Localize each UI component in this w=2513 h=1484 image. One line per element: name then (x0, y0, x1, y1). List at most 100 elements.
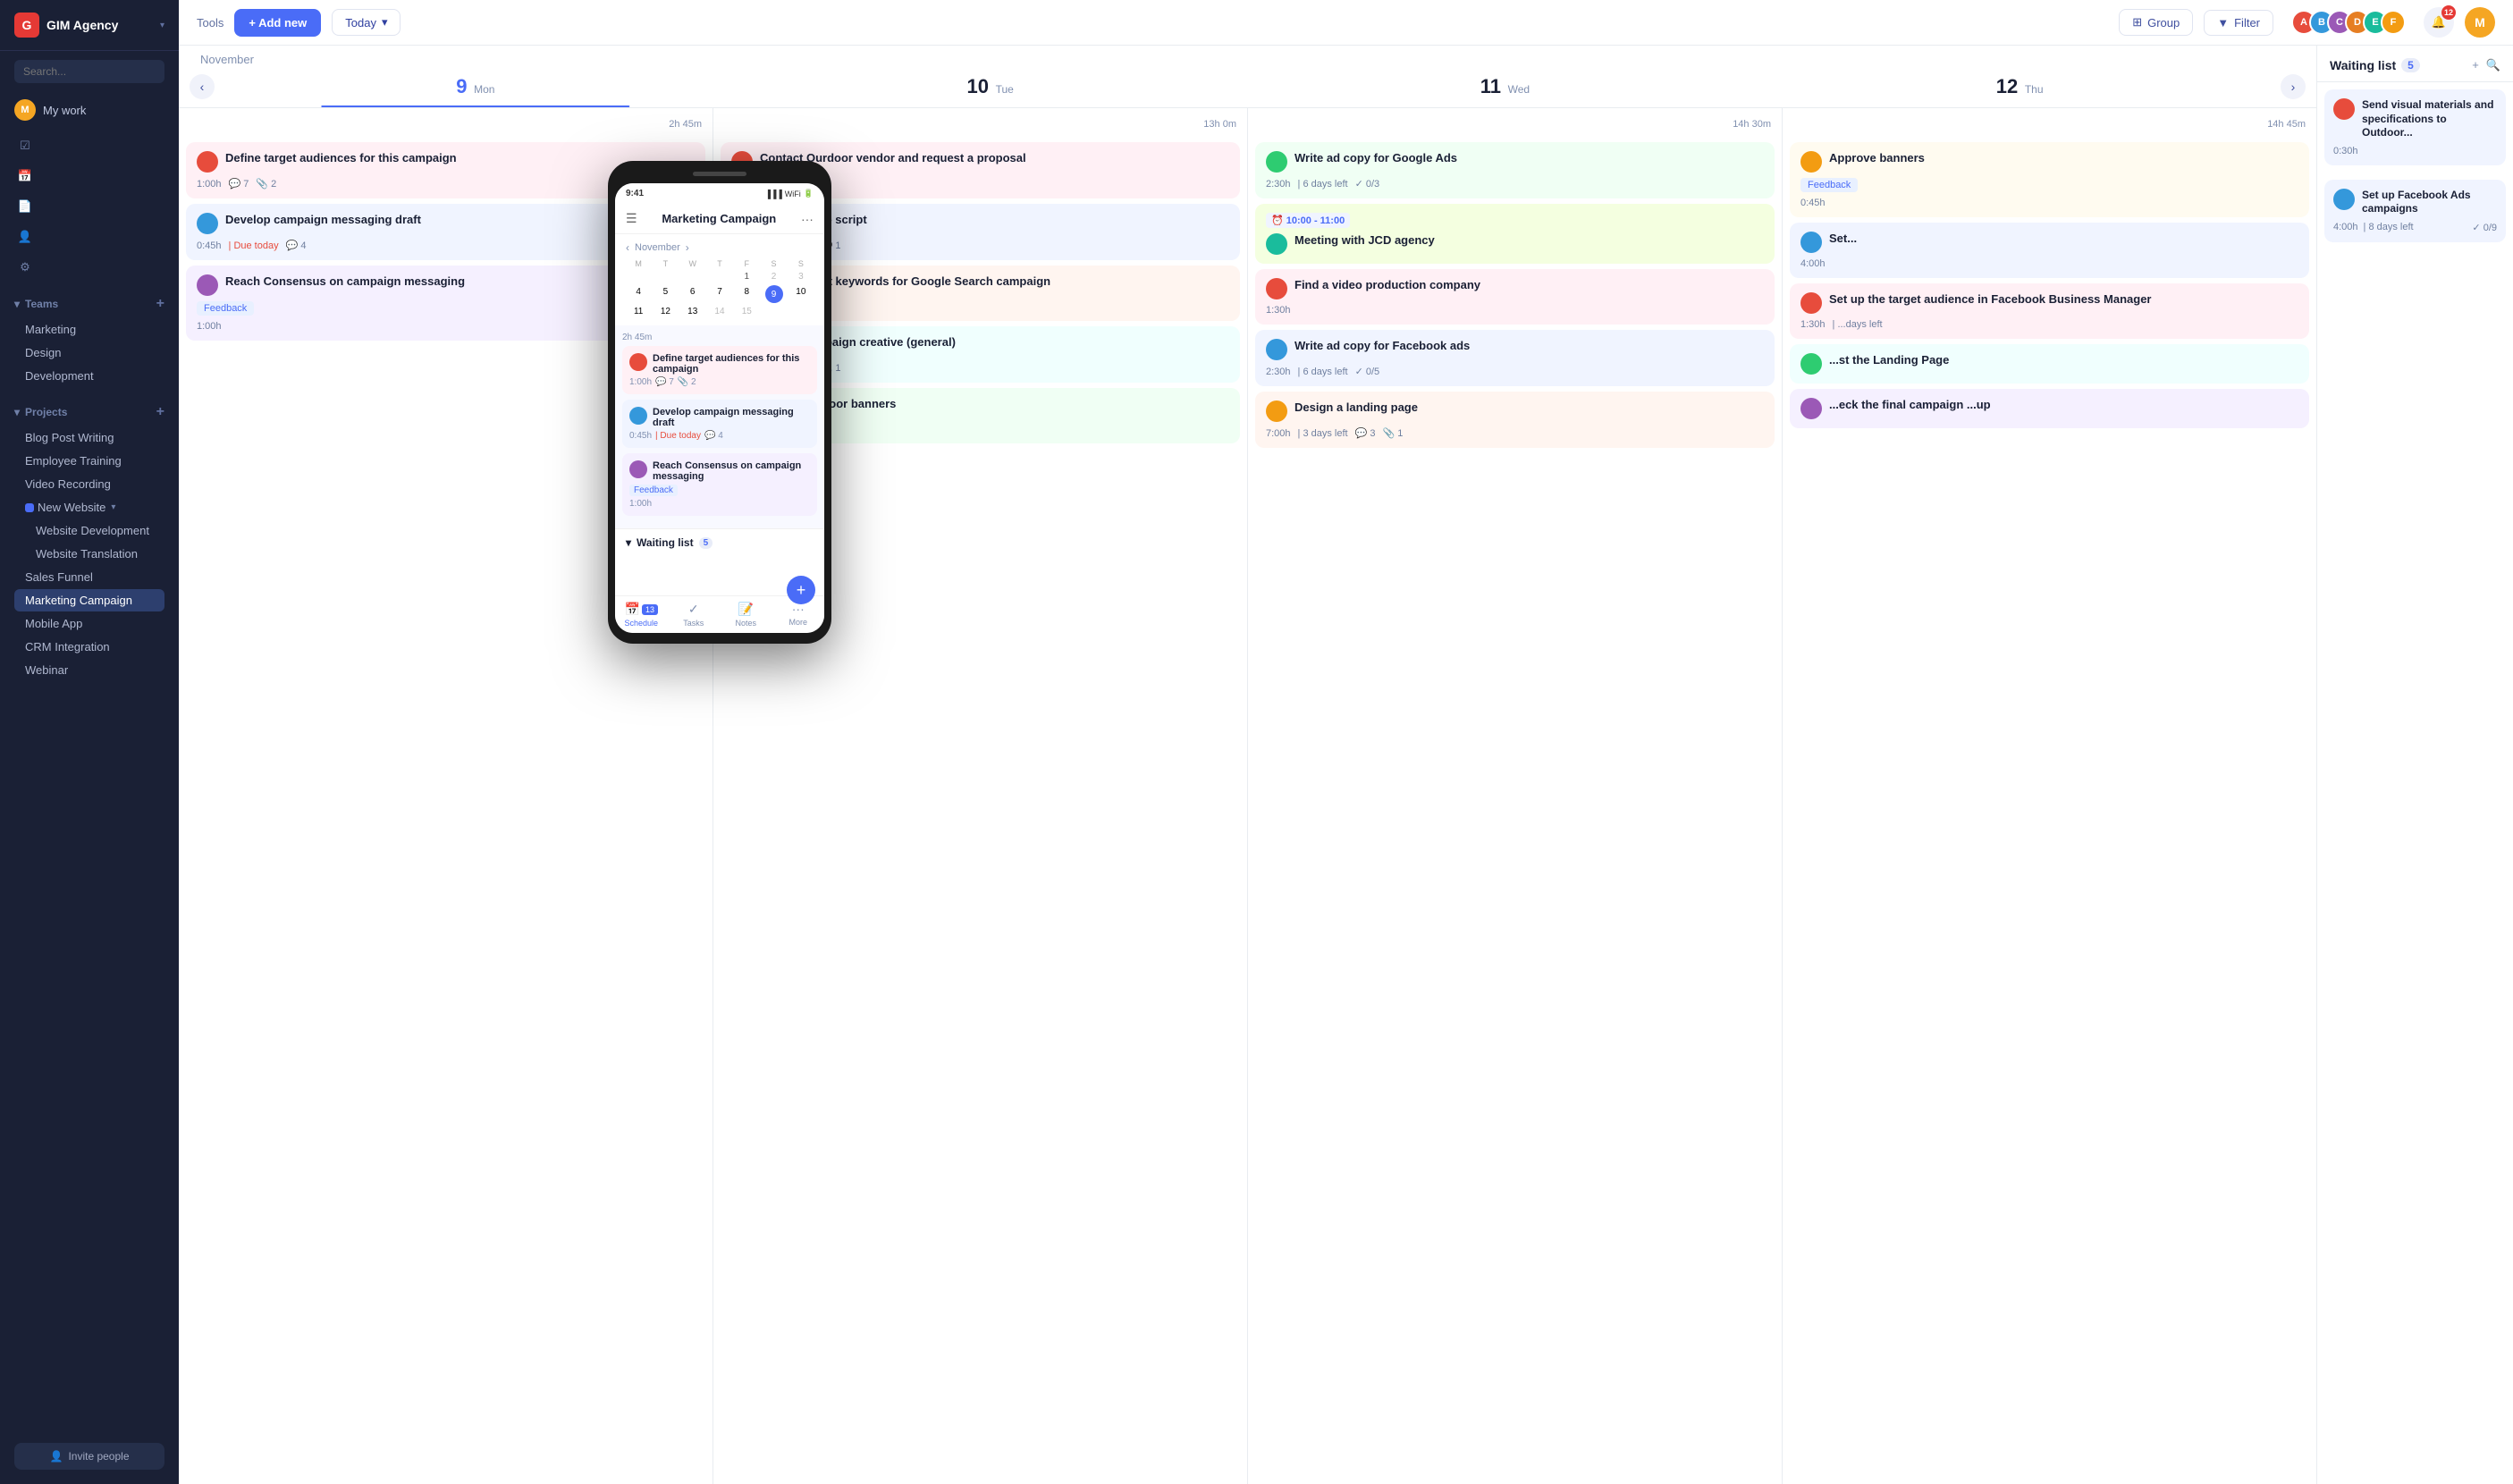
task-card[interactable]: Find a video production company 1:30h (1255, 269, 1775, 325)
task-card[interactable]: ⏰ 10:00 - 11:00 Meeting with JCD agency (1255, 204, 1775, 264)
checklist-icon[interactable]: ☑ (11, 131, 39, 160)
mobile-nav-schedule[interactable]: 📅 13 Schedule (615, 602, 668, 628)
task-card[interactable]: ...st the Landing Page (1790, 344, 2309, 384)
notification-button[interactable]: 🔔 12 (2424, 7, 2454, 38)
next-day-button[interactable]: › (2281, 74, 2306, 99)
mobile-task-item[interactable]: Reach Consensus on campaign messaging Fe… (622, 453, 817, 516)
cal-day-num[interactable] (707, 270, 732, 283)
cal-day-num[interactable] (680, 270, 705, 283)
mobile-fab-button[interactable]: + (787, 576, 815, 604)
task-card[interactable]: ...eck the final campaign ...up (1790, 389, 2309, 428)
sidebar-item-marketing[interactable]: Marketing (14, 318, 164, 341)
cal-day-num[interactable]: 2 (761, 270, 786, 283)
mobile-nav-more[interactable]: ··· More (772, 602, 825, 628)
mobile-nav-notes[interactable]: 📝 Notes (720, 602, 772, 628)
sidebar-item-video-recording[interactable]: Video Recording (14, 473, 164, 495)
task-card[interactable]: Approve banners Feedback 0:45h (1790, 142, 2309, 217)
cal-day-num[interactable]: 10 (788, 285, 814, 303)
cal-next-icon[interactable]: › (686, 241, 689, 254)
sidebar-item-mobile-app[interactable]: Mobile App (14, 612, 164, 635)
mobile-nav-tasks-label: Tasks (683, 619, 704, 628)
cal-day-num[interactable]: 1 (734, 270, 759, 283)
waiting-list-item[interactable]: Set up Facebook Ads campaigns 4:00h | 8 … (2324, 180, 2506, 242)
task-card[interactable]: Design a landing page 7:00h | 3 days lef… (1255, 392, 1775, 448)
mobile-notch (693, 172, 746, 176)
sidebar-item-crm[interactable]: CRM Integration (14, 636, 164, 658)
cal-day-num[interactable]: 5 (653, 285, 678, 303)
task-card[interactable]: Set... 4:00h (1790, 223, 2309, 278)
sidebar-header[interactable]: G GIM Agency ▾ (0, 0, 179, 51)
cal-day-num[interactable]: 7 (707, 285, 732, 303)
mobile-time-total: 2h 45m (622, 333, 817, 342)
task-attachments: 📎 2 (256, 178, 276, 190)
sidebar-item-blog-post[interactable]: Blog Post Writing (14, 426, 164, 449)
cal-day-num[interactable] (626, 270, 651, 283)
mobile-menu-icon[interactable]: ☰ (626, 211, 637, 226)
add-project-icon[interactable]: + (156, 404, 164, 420)
sidebar-item-employee-training[interactable]: Employee Training (14, 450, 164, 472)
cal-day-num[interactable]: 8 (734, 285, 759, 303)
task-time: 2:30h (1266, 179, 1291, 190)
search-waiting-icon[interactable]: 🔍 (2486, 58, 2500, 72)
search-input[interactable] (14, 60, 164, 83)
sidebar-item-website-development[interactable]: Website Development (14, 519, 164, 542)
day-header-thu: 12 Thu (1762, 66, 2277, 107)
cal-prev-icon[interactable]: ‹ (626, 241, 629, 254)
mobile-task-badge: Feedback (629, 485, 678, 496)
teams-section-header[interactable]: ▾ Teams + (14, 291, 164, 317)
add-team-icon[interactable]: + (156, 296, 164, 312)
add-waiting-icon[interactable]: + (2472, 58, 2479, 72)
settings-icon[interactable]: ⚙ (11, 253, 39, 282)
cal-day-num[interactable]: 3 (788, 270, 814, 283)
task-time: 2:30h (1266, 367, 1291, 377)
filter-button[interactable]: ▼ Filter (2204, 10, 2273, 36)
task-avatar (1266, 278, 1287, 299)
user-profile-button[interactable]: M (2465, 7, 2495, 38)
task-card[interactable]: Write ad copy for Google Ads 2:30h | 6 d… (1255, 142, 1775, 198)
sidebar-item-marketing-campaign[interactable]: Marketing Campaign (14, 589, 164, 611)
app-name: GIM Agency (46, 18, 118, 32)
sidebar-item-webinar[interactable]: Webinar (14, 659, 164, 681)
sidebar-item-sales-funnel[interactable]: Sales Funnel (14, 566, 164, 588)
task-card[interactable]: Set up the target audience in Facebook B… (1790, 283, 2309, 339)
cal-day-num[interactable]: 13 (680, 305, 705, 318)
mobile-more-icon[interactable]: ··· (801, 212, 814, 226)
document-icon[interactable]: 📄 (11, 192, 39, 221)
main-content: Tools + Add new Today ▾ ⊞ Group ▼ Filter… (179, 0, 2513, 1484)
projects-section-header[interactable]: ▾ Projects + (14, 399, 164, 426)
calendar-icon[interactable]: 📅 (11, 162, 39, 190)
my-work-item[interactable]: M My work (0, 92, 179, 128)
cal-day-num[interactable]: 11 (626, 305, 651, 318)
group-button[interactable]: ⊞ Group (2119, 9, 2193, 36)
cal-day-num[interactable]: 12 (653, 305, 678, 318)
today-button[interactable]: Today ▾ (332, 9, 401, 36)
add-new-button[interactable]: + Add new (234, 9, 321, 37)
teams-chevron-icon: ▾ (14, 298, 20, 310)
mobile-task-item[interactable]: Develop campaign messaging draft 0:45h |… (622, 400, 817, 448)
cal-day-today[interactable]: 9 (765, 285, 783, 303)
sidebar-item-design[interactable]: Design (14, 341, 164, 364)
mobile-task-time: 1:00h (629, 377, 652, 387)
person-icon[interactable]: 👤 (11, 223, 39, 251)
mobile-task-avatar (629, 460, 647, 478)
waiting-list-item[interactable]: Send visual materials and specifications… (2324, 89, 2506, 165)
day-header-wed: 11 Wed (1248, 66, 1763, 107)
mobile-task-item[interactable]: Define target audiences for this campaig… (622, 346, 817, 394)
task-card[interactable]: Write ad copy for Facebook ads 2:30h | 6… (1255, 330, 1775, 386)
prev-day-button[interactable]: ‹ (190, 74, 215, 99)
notification-badge: 12 (2441, 5, 2456, 20)
invite-people-button[interactable]: 👤 Invite people (14, 1443, 164, 1470)
cal-day-num[interactable]: 4 (626, 285, 651, 303)
user-avatars: A B C D E F (2291, 10, 2406, 35)
cal-day-num[interactable]: 15 (734, 305, 759, 318)
sidebar-item-development[interactable]: Development (14, 365, 164, 387)
mobile-nav-tasks[interactable]: ✓ Tasks (668, 602, 721, 628)
cal-day-num[interactable]: 14 (707, 305, 732, 318)
cal-day-header: W (680, 259, 705, 268)
sidebar-item-new-website[interactable]: New Website ▾ (14, 496, 164, 519)
new-website-chevron-icon: ▾ (111, 502, 115, 512)
cal-day-num[interactable] (653, 270, 678, 283)
sidebar-item-website-translation[interactable]: Website Translation (14, 543, 164, 565)
task-title: Develop campaign messaging draft (225, 213, 421, 228)
cal-day-num[interactable]: 6 (680, 285, 705, 303)
